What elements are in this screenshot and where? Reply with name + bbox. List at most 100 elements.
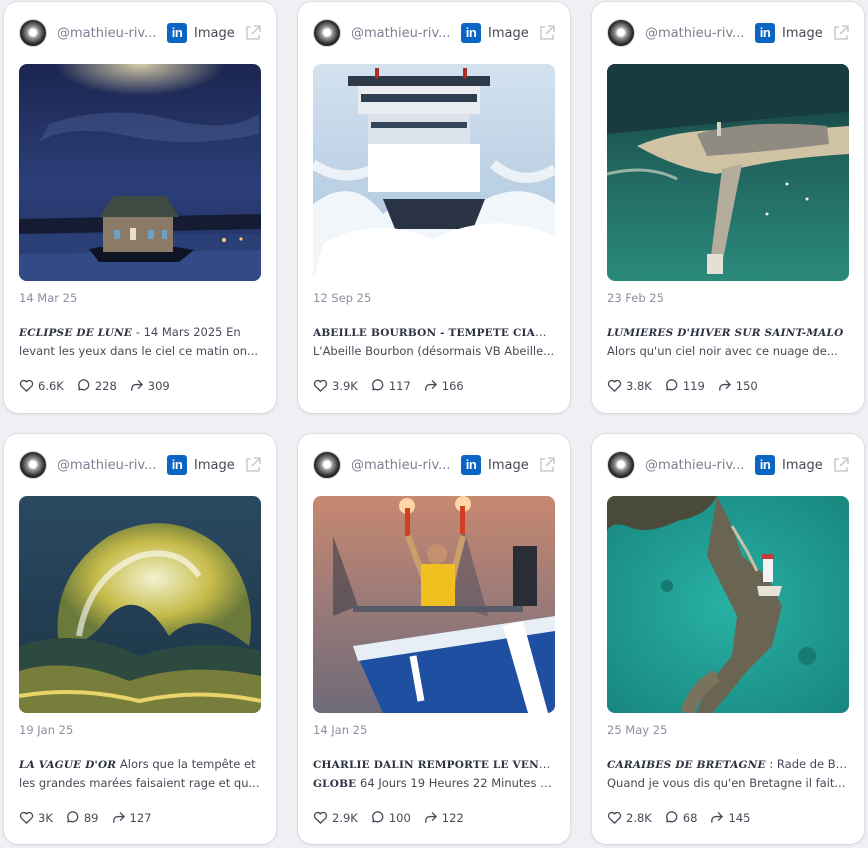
likes-count: 2.8K: [626, 810, 652, 825]
post-excerpt-line: les grandes marées faisaient rage et qu.…: [19, 776, 260, 790]
heart-icon: [607, 379, 622, 392]
post-date: 23 Feb 25: [607, 291, 664, 305]
post-excerpt-line: Quand je vous dis qu'en Bretagne il fait…: [607, 776, 846, 790]
comments-count: 100: [388, 810, 411, 825]
comments-stat[interactable]: 228: [76, 378, 117, 393]
shares-count: 145: [728, 810, 751, 825]
post-image[interactable]: [19, 64, 261, 281]
comment-icon: [66, 811, 79, 823]
external-link-icon[interactable]: [244, 24, 262, 42]
card-header: @mathieu-riv... in Image: [19, 18, 262, 48]
post-stats: 2.9K 100 122: [313, 810, 476, 825]
shares-count: 127: [129, 810, 152, 825]
linkedin-icon: in: [755, 455, 775, 475]
likes-stat[interactable]: 3K: [19, 810, 53, 825]
share-icon: [424, 380, 437, 391]
author-handle[interactable]: @mathieu-riv...: [57, 26, 157, 41]
card-header: @mathieu-riv... in Image: [607, 450, 850, 480]
shares-stat[interactable]: 145: [709, 810, 750, 825]
shares-stat[interactable]: 150: [717, 378, 758, 393]
linkedin-icon: in: [167, 455, 187, 475]
post-excerpt-line: levant les yeux dans le ciel ce matin on…: [19, 344, 259, 358]
comments-stat[interactable]: 117: [370, 378, 411, 393]
comments-count: 117: [388, 378, 411, 393]
post-card[interactable]: @mathieu-riv... in Image 12 Sep 25 ABEIL…: [298, 2, 570, 413]
heart-icon: [607, 811, 622, 824]
post-date: 25 May 25: [607, 723, 668, 737]
post-excerpt: - 14 Mars 2025 En: [132, 325, 241, 339]
avatar[interactable]: [313, 19, 341, 47]
post-image[interactable]: [19, 496, 261, 713]
post-text[interactable]: ECLIPSE DE LUNE - 14 Mars 2025 En levant…: [19, 323, 261, 359]
shares-stat[interactable]: 127: [111, 810, 152, 825]
post-card[interactable]: @mathieu-riv... in Image 25 May 25 CARAI…: [592, 434, 864, 844]
post-card[interactable]: @mathieu-riv... in Image 19 Jan 25 LA VA…: [4, 434, 276, 844]
comment-icon: [77, 379, 90, 391]
post-text[interactable]: CHARLIE DALIN REMPORTE LE VENDEE GLOBE 6…: [313, 755, 555, 791]
likes-count: 3K: [38, 810, 53, 825]
post-card[interactable]: @mathieu-riv... in Image: [298, 434, 570, 844]
comments-stat[interactable]: 68: [664, 810, 698, 825]
share-icon: [424, 812, 437, 823]
author-handle[interactable]: @mathieu-riv...: [351, 26, 451, 41]
post-text[interactable]: LUMIERES D'HIVER SUR SAINT-MALO Alors qu…: [607, 323, 849, 359]
post-card[interactable]: @mathieu-riv... in Image: [4, 2, 276, 413]
shares-count: 166: [441, 378, 464, 393]
shares-stat[interactable]: 122: [423, 810, 464, 825]
likes-stat[interactable]: 3.8K: [607, 378, 652, 393]
post-card[interactable]: @mathieu-riv... in Image 23 Feb 25 LUMIE…: [592, 2, 864, 413]
heart-icon: [313, 379, 328, 392]
external-link-icon[interactable]: [832, 456, 850, 474]
post-type: Image: [782, 25, 823, 41]
comments-stat[interactable]: 100: [370, 810, 411, 825]
post-stats: 2.8K 68 145: [607, 810, 762, 825]
post-text[interactable]: LA VAGUE D'OR Alors que la tempête et le…: [19, 755, 261, 791]
comment-icon: [371, 379, 384, 391]
likes-stat[interactable]: 3.9K: [313, 378, 358, 393]
external-link-icon[interactable]: [538, 456, 556, 474]
avatar[interactable]: [607, 19, 635, 47]
avatar[interactable]: [19, 451, 47, 479]
share-icon: [130, 380, 143, 391]
shares-stat[interactable]: 166: [423, 378, 464, 393]
card-header: @mathieu-riv... in Image: [19, 450, 262, 480]
heart-icon: [19, 811, 34, 824]
share-icon: [718, 380, 731, 391]
post-title: ABEILLE BOURBON - TEMPETE CIARAN: [313, 327, 555, 339]
external-link-icon[interactable]: [538, 24, 556, 42]
author-handle[interactable]: @mathieu-riv...: [351, 458, 451, 473]
shares-count: 150: [735, 378, 758, 393]
post-excerpt: Alors que la tempête et: [116, 757, 256, 771]
likes-stat[interactable]: 2.9K: [313, 810, 358, 825]
likes-stat[interactable]: 6.6K: [19, 378, 64, 393]
post-type: Image: [782, 457, 823, 473]
post-image[interactable]: [313, 496, 555, 713]
comment-icon: [371, 811, 384, 823]
shares-stat[interactable]: 309: [129, 378, 170, 393]
post-image[interactable]: [313, 64, 555, 281]
author-handle[interactable]: @mathieu-riv...: [645, 458, 745, 473]
avatar[interactable]: [313, 451, 341, 479]
post-date: 12 Sep 25: [313, 291, 372, 305]
likes-count: 3.8K: [626, 378, 652, 393]
avatar[interactable]: [19, 19, 47, 47]
likes-stat[interactable]: 2.8K: [607, 810, 652, 825]
post-date: 14 Jan 25: [313, 723, 368, 737]
comments-count: 68: [682, 810, 698, 825]
post-image[interactable]: [607, 64, 849, 281]
post-image[interactable]: [607, 496, 849, 713]
external-link-icon[interactable]: [244, 456, 262, 474]
author-handle[interactable]: @mathieu-riv...: [57, 458, 157, 473]
comments-stat[interactable]: 89: [65, 810, 99, 825]
comment-icon: [665, 379, 678, 391]
likes-count: 2.9K: [332, 810, 358, 825]
post-text[interactable]: ABEILLE BOURBON - TEMPETE CIARAN L'Abeil…: [313, 323, 555, 359]
share-icon: [711, 812, 724, 823]
post-text[interactable]: CARAIBES DE BRETAGNE : Rade de Brest Qua…: [607, 755, 849, 791]
external-link-icon[interactable]: [832, 24, 850, 42]
avatar[interactable]: [607, 451, 635, 479]
post-excerpt-line: Alors qu'un ciel noir avec ce nuage de..…: [607, 344, 838, 358]
comments-count: 119: [682, 378, 705, 393]
author-handle[interactable]: @mathieu-riv...: [645, 26, 745, 41]
comments-stat[interactable]: 119: [664, 378, 705, 393]
